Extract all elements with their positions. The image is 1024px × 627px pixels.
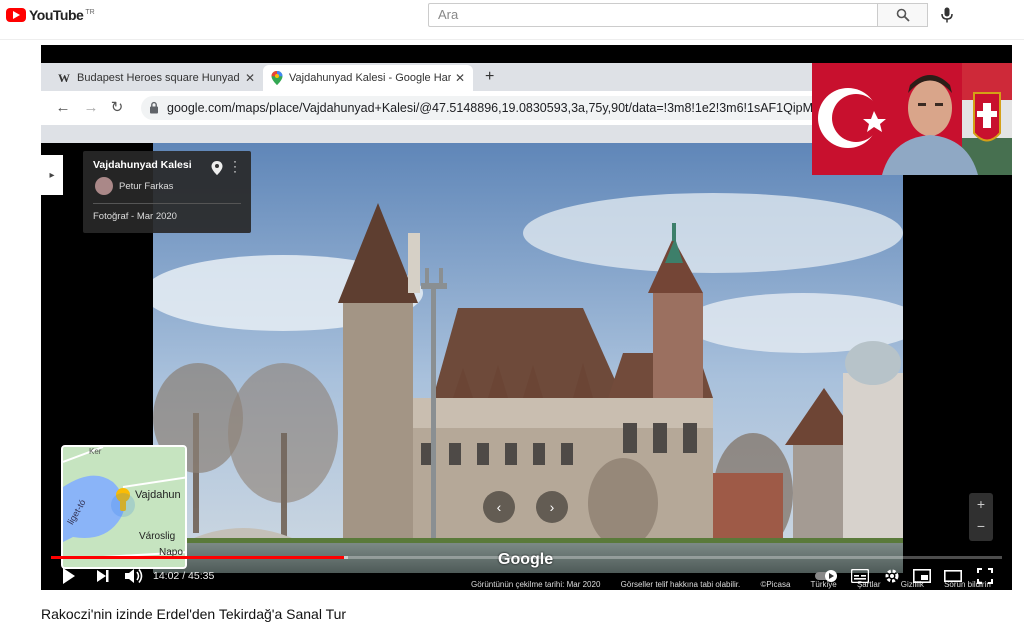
minimap-label: Városlig [139, 531, 176, 542]
subtitles-icon [851, 569, 869, 583]
webcam-overlay [812, 63, 1012, 175]
address-bar[interactable]: google.com/maps/place/Vajdahunyad+Kalesi… [141, 96, 881, 120]
player-controls: 14:02 / 45:35 [41, 562, 1012, 590]
subtitles-button[interactable] [849, 566, 871, 586]
close-icon[interactable]: ✕ [245, 71, 255, 85]
miniplayer-icon [913, 569, 931, 583]
author-name[interactable]: Petur Farkas [119, 181, 173, 192]
minimap[interactable]: Vajdahun Városlig Napo liget-tó Ker [61, 445, 187, 569]
zoom-out-icon[interactable]: − [969, 515, 993, 537]
microphone-icon [941, 7, 953, 23]
autoplay-toggle-icon [815, 570, 837, 582]
photo-date: Fotoğraf - Mar 2020 [93, 211, 177, 222]
street-view[interactable]: ▸ Vajdahunyad Kalesi Petur Farkas Fotoğr… [41, 143, 1012, 589]
region-code: TR [85, 8, 95, 16]
castle-illustration [153, 143, 903, 573]
collapse-side-panel-button[interactable]: ▸ [41, 155, 63, 195]
tab-title: Vajdahunyad Kalesi - Google Har [289, 72, 451, 84]
time-display: 14:02 / 45:35 [153, 570, 215, 582]
tab-title: Budapest Heroes square Hunyad [77, 72, 240, 84]
divider [93, 203, 241, 204]
minimap-label: Vajdahun [135, 489, 181, 501]
minimap-label: Ker [89, 447, 102, 456]
play-button[interactable] [59, 566, 79, 586]
mute-button[interactable] [123, 566, 145, 586]
video-player[interactable]: W Budapest Heroes square Hunyad ✕ Vajdah… [41, 45, 1012, 590]
new-tab-icon[interactable]: + [485, 68, 494, 86]
volume-icon [125, 569, 143, 583]
presenter-webcam [812, 63, 1012, 175]
search-button[interactable] [878, 3, 928, 27]
avatar [95, 177, 113, 195]
maps-pin-icon [271, 71, 283, 85]
zoom-in-icon[interactable]: + [969, 493, 993, 515]
theater-mode-button[interactable] [942, 566, 964, 586]
progress-played [51, 556, 344, 559]
chevron-right-icon: › [549, 499, 555, 515]
chevron-left-icon: ‹ [496, 499, 502, 515]
fullscreen-icon [977, 568, 993, 584]
tab-wikipedia[interactable]: W Budapest Heroes square Hunyad ✕ [49, 65, 263, 91]
skip-next-icon [97, 570, 109, 582]
location-pin-icon[interactable] [211, 161, 223, 175]
voice-search-button[interactable] [938, 6, 956, 24]
photo-info-card: Vajdahunyad Kalesi Petur Farkas Fotoğraf… [83, 151, 251, 233]
url-text: google.com/maps/place/Vajdahunyad+Kalesi… [167, 101, 825, 115]
castle-photo [153, 143, 903, 573]
masthead: YouTube TR Ara [0, 0, 1024, 40]
tab-google-maps[interactable]: Vajdahunyad Kalesi - Google Har ✕ [263, 65, 473, 91]
right-panel-bg [903, 143, 1012, 573]
wikipedia-icon: W [58, 71, 70, 85]
play-icon [63, 568, 75, 584]
reload-icon[interactable]: ↻ [107, 98, 127, 118]
search-input[interactable]: Ara [428, 3, 878, 27]
youtube-play-icon [6, 8, 26, 22]
lock-icon [150, 101, 158, 114]
theater-mode-icon [944, 570, 962, 582]
chevron-right-icon: ▸ [49, 169, 55, 181]
logo-text: YouTube [29, 7, 84, 23]
forward-arrow-icon[interactable]: → [81, 98, 101, 118]
zoom-control[interactable]: + − [969, 493, 993, 541]
youtube-logo[interactable]: YouTube TR [6, 7, 95, 23]
next-photo-button[interactable]: › [536, 491, 568, 523]
close-icon[interactable]: ✕ [455, 71, 465, 85]
more-vert-icon[interactable]: · · · [233, 155, 237, 177]
search-icon [896, 8, 910, 22]
video-title: Rakoczi'nin izinde Erdel'den Tekirdağ'a … [41, 606, 347, 622]
fullscreen-button[interactable] [974, 566, 996, 586]
autoplay-toggle[interactable] [815, 566, 839, 586]
miniplayer-button[interactable] [911, 566, 933, 586]
back-arrow-icon[interactable]: ← [53, 98, 73, 118]
next-video-button[interactable] [93, 566, 113, 586]
progress-bar[interactable] [51, 556, 1002, 559]
gear-icon [885, 569, 899, 583]
previous-photo-button[interactable]: ‹ [483, 491, 515, 523]
settings-button[interactable] [881, 566, 903, 586]
